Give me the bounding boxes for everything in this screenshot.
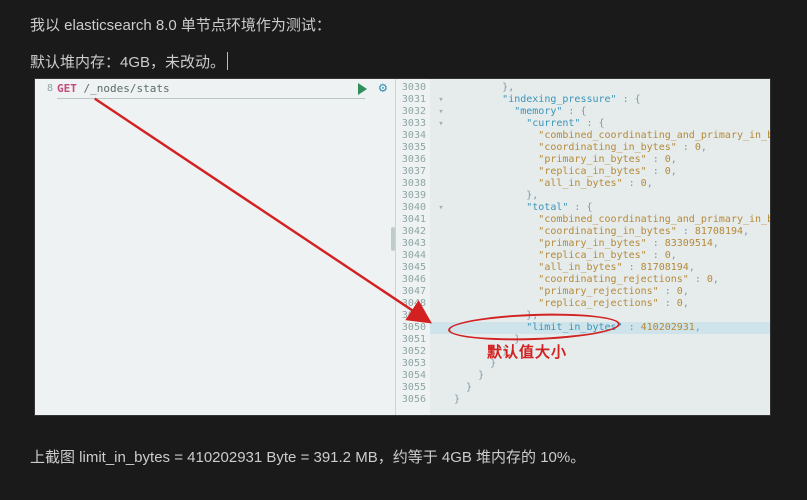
query-options-icon[interactable]: ⚙	[379, 81, 387, 95]
annotation-label: 默认值大小	[487, 341, 567, 362]
caption-text: 上截图 limit_in_bytes = 410202931 Byte = 39…	[30, 446, 777, 467]
request-line[interactable]: GET /_nodes/stats	[57, 82, 365, 99]
kibana-console-screenshot: 8 GET /_nodes/stats ⚙ 303030313032303330…	[34, 78, 771, 416]
text-cursor	[227, 52, 228, 70]
response-pane[interactable]: 3030303130323033303430353036303730383039…	[396, 79, 770, 415]
request-line-number: 8	[35, 79, 53, 416]
request-pane: 8 GET /_nodes/stats ⚙	[35, 79, 396, 415]
fold-indicators-column: ▾▾▾▾	[430, 79, 452, 416]
heap-memory-text: 默认堆内存：4GB，未改动。	[30, 51, 777, 72]
response-line-numbers: 3030303130323033303430353036303730383039…	[396, 79, 430, 416]
run-query-button[interactable]	[358, 83, 367, 95]
request-path: /_nodes/stats	[84, 82, 170, 95]
pane-resize-handle[interactable]	[391, 227, 395, 251]
http-method: GET	[57, 82, 77, 95]
intro-text: 我以 elasticsearch 8.0 单节点环境作为测试：	[30, 14, 777, 35]
